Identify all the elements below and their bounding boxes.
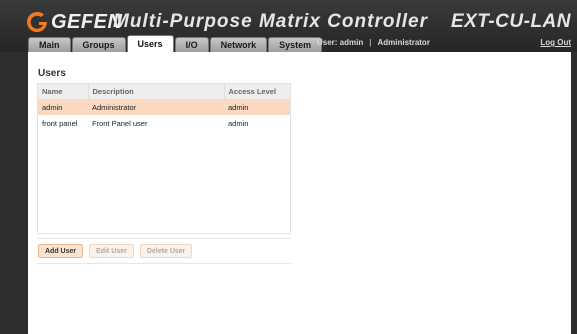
- app-title: Multi-Purpose Matrix Controller: [113, 11, 428, 32]
- tab-groups[interactable]: Groups: [71, 37, 126, 52]
- tab-users[interactable]: Users: [126, 35, 174, 52]
- table-row[interactable]: admin Administrator admin: [38, 99, 290, 115]
- delete-user-button[interactable]: Delete User: [139, 244, 193, 258]
- gefen-logo-icon: [26, 11, 48, 33]
- users-table-container: Name Description Access Level admin Admi…: [37, 83, 291, 234]
- tab-main[interactable]: Main: [28, 37, 71, 52]
- users-panel: Users Name Description Access Level admi…: [28, 52, 571, 334]
- divider: [37, 263, 291, 264]
- table-row[interactable]: front panel Front Panel user admin: [38, 115, 290, 131]
- cell-name: front panel: [42, 118, 78, 128]
- logo-text: GEFEN: [51, 10, 123, 33]
- session-info: User: admin | Administrator: [317, 38, 430, 47]
- app-header: GEFEN Multi-Purpose Matrix Controller EX…: [0, 0, 577, 52]
- column-header-name[interactable]: Name: [38, 84, 89, 99]
- cell-access-level: admin: [228, 118, 249, 128]
- tab-io[interactable]: I/O: [174, 37, 209, 52]
- gefen-logo: GEFEN: [26, 10, 122, 34]
- separator: |: [369, 38, 372, 47]
- current-user: User: admin: [317, 38, 364, 47]
- device-model: EXT-CU-LAN: [450, 11, 571, 32]
- column-header-description[interactable]: Description: [88, 84, 225, 99]
- cell-name: admin: [38, 99, 88, 115]
- cell-access-level: admin: [224, 99, 290, 115]
- section-title: Users: [38, 68, 66, 79]
- add-user-button[interactable]: Add User: [38, 244, 84, 258]
- divider: [37, 238, 291, 239]
- users-table: Name Description Access Level admin Admi…: [38, 84, 290, 131]
- main-tabs: Main Groups Users I/O Network System: [28, 35, 323, 52]
- user-actions: Add User Edit User Delete User: [38, 244, 198, 258]
- logout-link[interactable]: Log Out: [540, 38, 571, 47]
- tab-system[interactable]: System: [268, 37, 323, 52]
- current-role: Administrator: [377, 38, 430, 47]
- table-header-row: Name Description Access Level: [38, 84, 290, 99]
- cell-description: Front Panel user: [92, 118, 148, 128]
- tab-network[interactable]: Network: [209, 37, 268, 52]
- edit-user-button[interactable]: Edit User: [89, 244, 134, 258]
- cell-description: Administrator: [88, 99, 224, 115]
- column-header-access-level[interactable]: Access Level: [224, 84, 290, 99]
